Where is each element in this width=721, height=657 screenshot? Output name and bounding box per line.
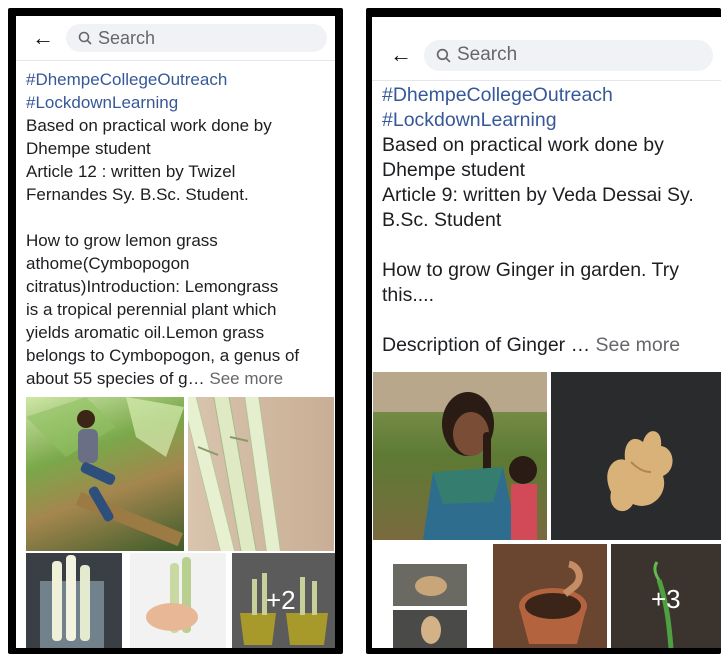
post-line: citratus)Introduction: Lemongrass <box>26 277 279 296</box>
photo-potted-lemongrass[interactable]: +2 <box>232 553 335 648</box>
photo-ginger-sprout[interactable]: +3 <box>611 544 721 648</box>
left-screen: ← Search #DhempeCollegeOutreach #Lockdow… <box>16 16 335 648</box>
search-icon <box>436 48 451 63</box>
post-line: Article 9: written by Veda Dessai Sy. <box>382 184 694 206</box>
photo-hand-holding-stalks[interactable] <box>130 553 226 648</box>
search-placeholder: Search <box>98 27 156 48</box>
right-screen: ← Search #DhempeCollegeOutreach #Lockdow… <box>372 17 721 648</box>
post-line: is a tropical perennial plant which <box>26 300 277 319</box>
post-line: belongs to Cymbopogon, a genus of <box>26 346 300 365</box>
post-line: How to grow Ginger in garden. Try <box>382 259 679 281</box>
back-arrow-icon[interactable]: ← <box>30 25 56 51</box>
see-more-link[interactable]: See more <box>209 369 283 388</box>
search-input[interactable]: Search <box>66 24 327 52</box>
post-line: Dhempe student <box>26 139 151 158</box>
photo-lemongrass-in-glass[interactable] <box>26 553 122 648</box>
post-text: #DhempeCollegeOutreach #LockdownLearning… <box>382 83 715 358</box>
see-more-link[interactable]: See more <box>596 334 681 356</box>
right-top-bar: ← Search <box>372 30 721 81</box>
post-line: yields aromatic oil.Lemon grass <box>26 323 265 342</box>
post-line: Article 12 : written by Twizel <box>26 162 236 181</box>
post-line: Dhempe student <box>382 159 526 181</box>
hashtag-link[interactable]: #DhempeCollegeOutreach <box>26 68 329 91</box>
right-phone-frame: ← Search #DhempeCollegeOutreach #Lockdow… <box>366 8 721 654</box>
post-line: athome(Cymbopogon <box>26 254 190 273</box>
photo-girl-on-tree[interactable] <box>26 397 184 551</box>
truncated-text: about 55 species of g… <box>26 369 205 388</box>
search-input[interactable]: Search <box>424 39 713 71</box>
more-photos-count[interactable]: +2 <box>266 585 296 616</box>
photo-ginger-root[interactable] <box>551 372 721 540</box>
photo-planting-in-pot[interactable] <box>493 544 607 648</box>
hashtag-link[interactable]: #LockdownLearning <box>26 91 329 114</box>
post-line: B.Sc. Student <box>382 209 502 231</box>
left-phone-frame: ← Search #DhempeCollegeOutreach #Lockdow… <box>8 8 343 654</box>
photo-student-with-child[interactable] <box>373 372 547 540</box>
search-placeholder: Search <box>457 44 518 65</box>
post-line: How to grow lemon grass <box>26 231 218 250</box>
post-text: #DhempeCollegeOutreach #LockdownLearning… <box>26 68 329 390</box>
search-icon <box>78 31 92 45</box>
more-photos-count[interactable]: +3 <box>651 584 681 615</box>
hashtag-link[interactable]: #DhempeCollegeOutreach <box>382 83 715 108</box>
post-line: Fernandes Sy. B.Sc. Student. <box>26 185 249 204</box>
truncated-text: Description of Ginger … <box>382 334 591 356</box>
post-line: this.... <box>382 284 435 306</box>
back-arrow-icon[interactable]: ← <box>388 42 414 68</box>
post-line-last: about 55 species of g… See more <box>26 367 329 390</box>
photo-lemongrass-stalks[interactable] <box>188 397 334 551</box>
post-line: Based on practical work done by <box>382 134 664 156</box>
post-line: Based on practical work done by <box>26 116 272 135</box>
photo-ginger-small-stack[interactable] <box>373 544 489 648</box>
post-line-last: Description of Ginger … See more <box>382 333 715 358</box>
left-top-bar: ← Search <box>16 16 335 61</box>
hashtag-link[interactable]: #LockdownLearning <box>382 108 715 133</box>
